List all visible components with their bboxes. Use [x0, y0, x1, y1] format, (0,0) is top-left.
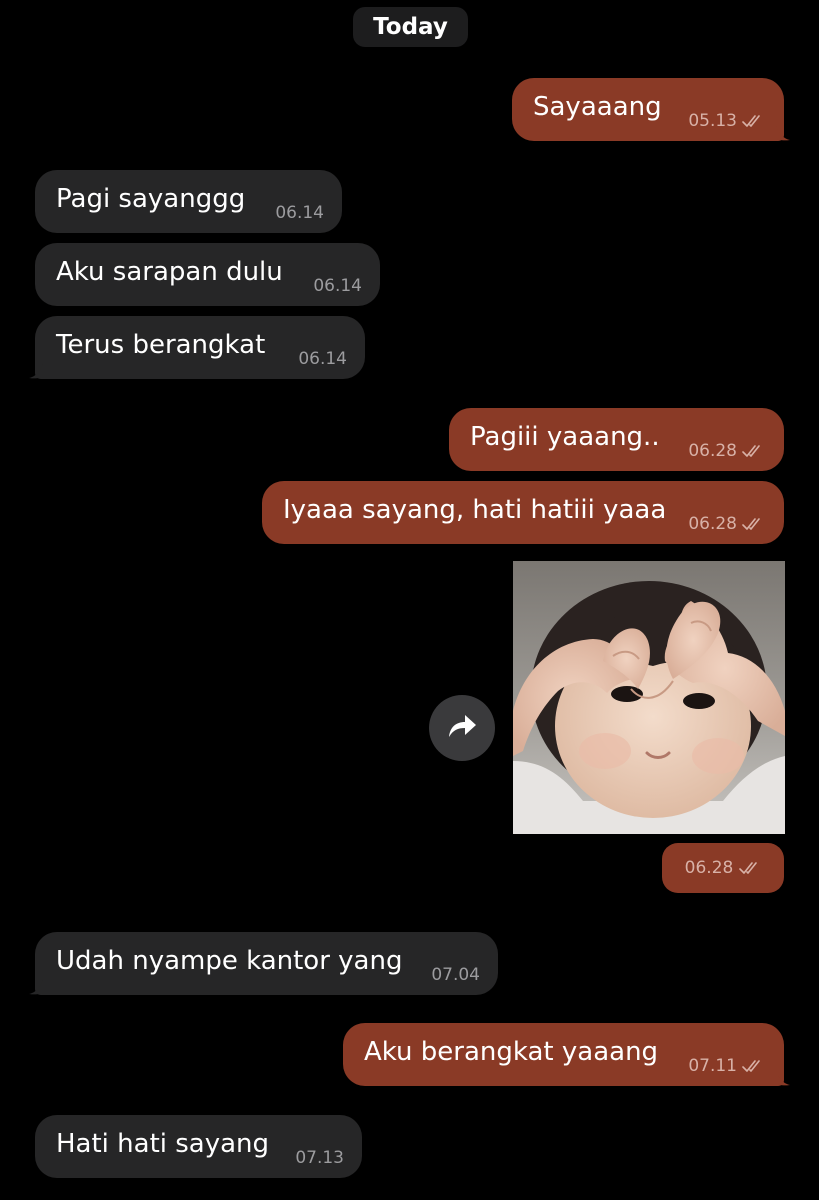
message-text: Aku sarapan dulu: [56, 256, 283, 287]
message-time: 06.28: [684, 858, 734, 878]
message-time: 06.14: [275, 203, 324, 223]
double-check-icon: [742, 444, 764, 458]
message-text: Pagi sayanggg: [56, 183, 246, 214]
message-meta: 05.13: [688, 111, 764, 131]
bubble-tail: [29, 979, 43, 995]
message-text: Pagiii yaaang..: [470, 421, 660, 452]
message-bubble-incoming[interactable]: Pagi sayanggg 06.14: [35, 170, 342, 233]
message-time: 06.14: [298, 349, 347, 369]
bubble-tail: [29, 363, 43, 379]
message-time: 06.28: [688, 514, 737, 534]
double-check-icon: [742, 114, 764, 128]
message-text: Aku berangkat yaaang: [364, 1036, 659, 1067]
double-check-icon: [739, 861, 761, 875]
message-time: 07.04: [431, 965, 480, 985]
message-meta: 06.14: [275, 203, 324, 223]
message-bubble-incoming[interactable]: Udah nyampe kantor yang 07.04: [29, 932, 498, 995]
message-bubble-outgoing[interactable]: Sayaaang 05.13: [512, 78, 790, 141]
message-meta: 06.28: [688, 441, 764, 461]
message-time: 06.28: [688, 441, 737, 461]
share-button[interactable]: [429, 695, 495, 761]
message-text: Sayaaang: [533, 91, 662, 122]
message-bubble-outgoing[interactable]: Aku berangkat yaaang 07.11: [343, 1023, 790, 1086]
message-bubble-incoming[interactable]: Hati hati sayang 07.13: [35, 1115, 362, 1178]
photo-message-meta: 06.28: [662, 843, 784, 893]
message-meta: 07.11: [688, 1056, 764, 1076]
bubble-tail: [776, 1070, 790, 1086]
message-time: 05.13: [688, 111, 737, 131]
message-text: Udah nyampe kantor yang: [56, 945, 403, 976]
message-meta: 07.13: [295, 1148, 344, 1168]
baby-heart-photo: [513, 561, 785, 834]
message-bubble-outgoing[interactable]: Pagiii yaaang.. 06.28: [449, 408, 784, 471]
photo-message[interactable]: [513, 561, 785, 834]
message-text: Hati hati sayang: [56, 1128, 270, 1159]
message-meta: 06.28: [688, 514, 764, 534]
date-separator: Today: [353, 7, 468, 47]
double-check-icon: [742, 517, 764, 531]
message-meta: 07.04: [431, 965, 480, 985]
message-time: 06.14: [313, 276, 362, 296]
message-bubble-outgoing[interactable]: Iyaaa sayang, hati hatiii yaaa 06.28: [262, 481, 784, 544]
message-bubble-incoming[interactable]: Terus berangkat 06.14: [29, 316, 365, 379]
share-arrow-icon: [445, 711, 479, 745]
double-check-icon: [742, 1059, 764, 1073]
message-text: Iyaaa sayang, hati hatiii yaaa: [283, 494, 667, 525]
bubble-tail: [776, 125, 790, 141]
message-meta: 06.14: [313, 276, 362, 296]
message-text: Terus berangkat: [56, 329, 266, 360]
message-time: 07.11: [688, 1056, 737, 1076]
message-bubble-incoming[interactable]: Aku sarapan dulu 06.14: [35, 243, 380, 306]
message-meta: 06.14: [298, 349, 347, 369]
message-time: 07.13: [295, 1148, 344, 1168]
